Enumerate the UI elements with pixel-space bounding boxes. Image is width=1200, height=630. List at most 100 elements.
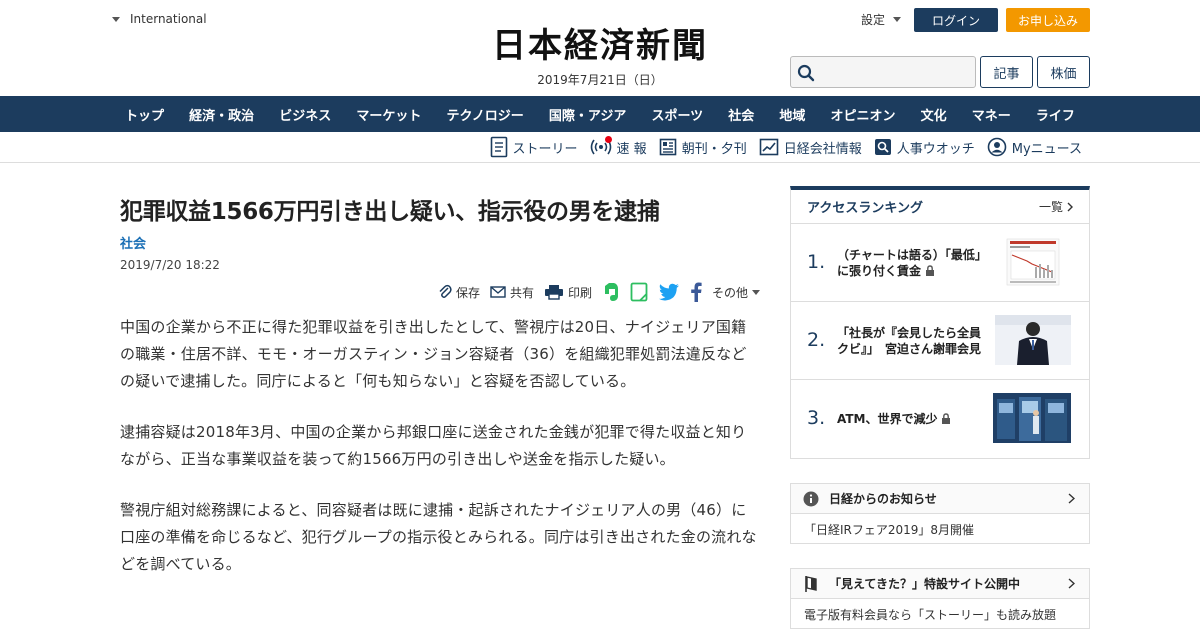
search-articles-button[interactable]: 記事 [980, 56, 1033, 88]
nav-region[interactable]: 地域 [772, 105, 812, 124]
search-box [790, 56, 976, 88]
article-date: 2019/7/20 18:22 [120, 258, 220, 272]
subnav-mynews-label: Myニュース [1011, 141, 1082, 157]
caret-down-icon [112, 16, 120, 22]
subnav-people-watch[interactable]: 人事ウオッチ [874, 138, 975, 157]
login-button[interactable]: ログイン [914, 8, 998, 32]
search-stocks-button[interactable]: 株価 [1037, 56, 1090, 88]
promo-box[interactable]: 「見えてきた？」特設サイト公開中 電子版有料会員なら「ストーリー」も読み放題 [790, 568, 1090, 629]
nav-market[interactable]: マーケット [349, 105, 428, 124]
ranking-more-link[interactable]: 一覧 [1039, 198, 1073, 215]
subnav-company-info[interactable]: 日経会社情報 [759, 138, 862, 157]
international-menu[interactable]: International [112, 12, 207, 26]
ranking-item-1[interactable]: 1. （チャートは語る）「最低」に張り付く賃金 [791, 224, 1089, 302]
share-toolbar: 保存 共有 印刷 その他 [420, 280, 760, 304]
ranking-thumbnail-chart [995, 237, 1071, 287]
article-paragraph: 警視庁組対総務課によると、同容疑者は既に逮捕・起訴されたナイジェリア人の男（46… [120, 501, 757, 573]
ranking-headline-wrap: （チャートは語る）「最低」に張り付く賃金 [837, 224, 985, 302]
ranking-headline: （チャートは語る）「最低」に張り付く賃金 [837, 248, 981, 278]
nav-culture[interactable]: 文化 [914, 105, 954, 124]
access-ranking: アクセスランキング 一覧 1. （チャートは語る）「最低」に張り付く賃金 2. … [790, 186, 1090, 459]
ranking-number: 2. [807, 329, 826, 351]
envelope-icon [490, 286, 506, 298]
search-icon[interactable] [797, 64, 815, 86]
nikkei-notice-box[interactable]: 日経からのお知らせ 「日経IRフェア2019」8月開催 [790, 483, 1090, 544]
subnav-story[interactable]: ストーリー [490, 136, 578, 158]
more-share-label: その他 [711, 285, 748, 300]
site-header: International 日本経済新聞 2019年7月21日（日） 設定 ログ… [0, 0, 1200, 96]
nav-life[interactable]: ライフ [1029, 105, 1082, 124]
promo-body: 電子版有料会員なら「ストーリー」も読み放題 [804, 607, 1057, 622]
nav-business[interactable]: ビジネス [272, 105, 338, 124]
newspaper-icon [659, 138, 676, 156]
twitter-button[interactable] [658, 283, 680, 301]
lock-icon [942, 413, 951, 424]
print-button[interactable]: 印刷 [544, 284, 592, 301]
ranking-number: 1. [807, 251, 826, 273]
chevron-right-icon [1067, 202, 1073, 211]
facebook-button[interactable] [690, 282, 702, 302]
nav-opinion[interactable]: オピニオン [824, 105, 903, 124]
facebook-icon [691, 282, 702, 302]
ranking-more-label: 一覧 [1038, 200, 1063, 214]
ranking-headline-wrap: 「社長が『会見したら全員クビ』」 宮迫さん謝罪会見 [837, 302, 985, 380]
article: 犯罪収益1566万円引き出し疑い、指示役の男を逮捕 社会 2019/7/20 1… [120, 196, 760, 573]
caret-down-icon [893, 17, 902, 22]
ranking-thumbnail-photo [995, 315, 1071, 365]
subnav-breaking-label: 速 報 [616, 141, 647, 157]
more-share-menu[interactable]: その他 [712, 284, 760, 301]
share-button[interactable]: 共有 [490, 284, 534, 301]
nav-technology[interactable]: テクノロジー [440, 105, 531, 124]
settings-label: 設定 [861, 13, 886, 27]
nav-economy-politics[interactable]: 経済・政治 [182, 105, 261, 124]
save-button[interactable]: 保存 [438, 284, 480, 301]
save-label: 保存 [455, 285, 480, 300]
article-title: 犯罪収益1566万円引き出し疑い、指示役の男を逮捕 [120, 199, 660, 225]
ranking-thumbnail-photo [993, 393, 1071, 443]
promo-title: 「見えてきた？」特設サイト公開中 [829, 577, 1021, 591]
evernote-icon [604, 283, 618, 301]
article-paragraph: 逮捕容疑は2018年3月、中国の企業から邦銀口座に送金された金銭が犯罪で得た収益… [120, 423, 747, 468]
document-icon [490, 136, 507, 158]
nav-society[interactable]: 社会 [721, 105, 761, 124]
subnav-editions-label: 朝刊・夕刊 [681, 141, 747, 157]
user-icon [987, 137, 1007, 157]
settings-menu[interactable]: 設定 [861, 11, 902, 28]
ranking-headline: 「社長が『会見したら全員クビ』」 宮迫さん謝罪会見 [837, 326, 982, 356]
subnav-breaking[interactable]: 速 報 [590, 135, 647, 157]
site-logo[interactable]: 日本経済新聞 [450, 26, 750, 66]
main-nav: トップ 経済・政治 ビジネス マーケット テクノロジー 国際・アジア スポーツ … [0, 96, 1200, 132]
subnav-mynews[interactable]: Myニュース [987, 137, 1082, 157]
nav-international-asia[interactable]: 国際・アジア [542, 105, 633, 124]
ranking-item-2[interactable]: 2. 「社長が『会見したら全員クビ』」 宮迫さん謝罪会見 [791, 302, 1089, 380]
subnav-story-label: ストーリー [512, 141, 578, 157]
search-input[interactable] [819, 61, 969, 83]
nav-money[interactable]: マネー [965, 105, 1018, 124]
paperclip-icon [439, 284, 452, 298]
subnav-people-label: 人事ウオッチ [896, 141, 975, 157]
article-body: 中国の企業から不正に得た犯罪収益を引き出したとして、警視庁は20日、ナイジェリア… [120, 314, 760, 602]
international-label: International [130, 12, 207, 26]
subscribe-button[interactable]: お申し込み [1006, 8, 1090, 32]
subnav-company-label: 日経会社情報 [783, 141, 862, 157]
flag-icon [805, 575, 817, 592]
notice-title: 日経からのお知らせ [829, 492, 937, 506]
article-category[interactable]: 社会 [120, 233, 760, 252]
ranking-headline: ATM、世界で減少 [837, 412, 938, 426]
nav-sports[interactable]: スポーツ [644, 105, 710, 124]
ranking-item-3[interactable]: 3. ATM、世界で減少 [791, 380, 1089, 458]
ranking-number: 3. [807, 407, 826, 429]
lock-icon [926, 265, 935, 276]
info-icon [803, 491, 819, 506]
ranking-title: アクセスランキング [807, 201, 923, 216]
notice-header: 日経からのお知らせ [791, 484, 1089, 514]
chart-icon [759, 138, 779, 156]
subnav-editions[interactable]: 朝刊・夕刊 [659, 138, 747, 157]
notice-body: 「日経IRフェア2019」8月開催 [804, 522, 975, 537]
chevron-right-icon [1068, 493, 1075, 504]
evernote-button[interactable] [602, 282, 620, 302]
clip-button[interactable] [630, 282, 648, 302]
ranking-header: アクセスランキング 一覧 [791, 190, 1089, 224]
nav-top[interactable]: トップ [118, 105, 171, 124]
chevron-right-icon [1068, 578, 1075, 589]
